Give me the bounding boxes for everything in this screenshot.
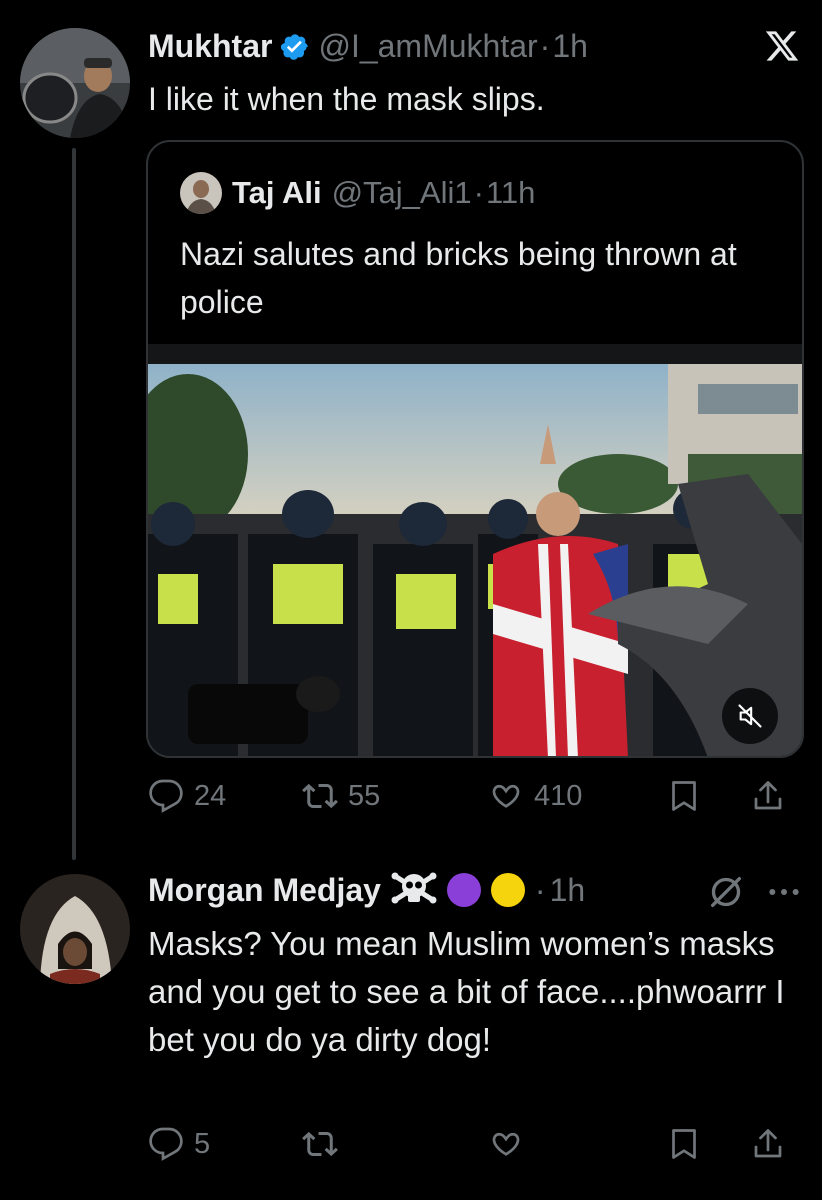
reply-button[interactable]: 5 (148, 1126, 302, 1162)
heart-icon (492, 1132, 520, 1156)
bookmark-icon (672, 781, 696, 811)
share-button[interactable] (750, 1126, 786, 1162)
tweet1-text: I like it when the mask slips. (148, 81, 545, 117)
like-count: 410 (534, 779, 583, 812)
quoted-tweet-header: Taj Ali @Taj_Ali1 · 11h (180, 172, 535, 214)
repost-icon (302, 1131, 338, 1157)
share-button[interactable] (750, 778, 786, 814)
grok-icon[interactable] (706, 872, 746, 912)
quoted-timestamp: 11h (485, 175, 536, 210)
x-logo-icon[interactable] (764, 28, 800, 64)
reply-icon (149, 1127, 183, 1161)
tweet2-text: Masks? You mean Muslim women’s masks and… (148, 925, 785, 1058)
repost-icon (302, 783, 338, 809)
reply-count: 24 (194, 779, 227, 812)
reply-count: 5 (194, 1127, 211, 1160)
tweet1-actions: 24 55 410 (148, 778, 808, 814)
heart-icon (492, 784, 520, 808)
tweet2-header: Morgan Medjay · 1h (148, 870, 585, 910)
quoted-tweet-card[interactable]: Taj Ali @Taj_Ali1 · 11h Nazi salutes and… (146, 140, 804, 758)
bookmark-button[interactable] (666, 778, 750, 814)
bookmark-icon (672, 1129, 696, 1159)
skull-crossbones-icon (391, 870, 437, 910)
avatar-mukhtar[interactable] (20, 28, 130, 138)
reply-button[interactable]: 24 (148, 778, 302, 814)
verified-badge-icon (280, 31, 310, 61)
repost-count: 55 (348, 779, 381, 812)
more-icon[interactable] (764, 872, 804, 912)
quoted-author-name: Taj Ali (232, 175, 322, 210)
separator-dot: · (473, 175, 484, 210)
separator-dot: · (534, 872, 546, 908)
timestamp[interactable]: 1h (552, 26, 588, 66)
tweet2-actions: 5 (148, 1126, 808, 1162)
mute-toggle-button[interactable] (722, 688, 778, 744)
author-name[interactable]: Mukhtar (148, 26, 272, 66)
purple-circle-icon (446, 873, 481, 907)
author-name[interactable]: Morgan Medjay (148, 870, 381, 910)
repost-button[interactable] (302, 1126, 488, 1162)
bookmark-button[interactable] (666, 1126, 750, 1162)
like-button[interactable] (488, 1126, 666, 1162)
mute-icon (738, 704, 762, 728)
separator-dot: · (539, 28, 551, 64)
like-button[interactable]: 410 (488, 778, 666, 814)
share-icon (754, 781, 782, 810)
avatar-morgan-medjay[interactable] (20, 874, 130, 984)
share-icon (754, 1129, 782, 1158)
quoted-tweet-text: Nazi salutes and bricks being thrown at … (180, 236, 737, 320)
repost-button[interactable]: 55 (302, 778, 488, 814)
quoted-author-handle: @Taj_Ali1 (331, 175, 472, 210)
reply-icon (149, 779, 183, 813)
thread-connector-line (72, 148, 76, 860)
quoted-video-media[interactable] (148, 344, 802, 756)
tweet1-header: Mukhtar @I_amMukhtar · 1h (148, 26, 588, 66)
avatar-taj-ali (180, 172, 222, 214)
timestamp[interactable]: 1h (550, 870, 586, 910)
author-handle[interactable]: @I_amMukhtar (318, 26, 537, 66)
yellow-circle-icon (490, 873, 525, 907)
